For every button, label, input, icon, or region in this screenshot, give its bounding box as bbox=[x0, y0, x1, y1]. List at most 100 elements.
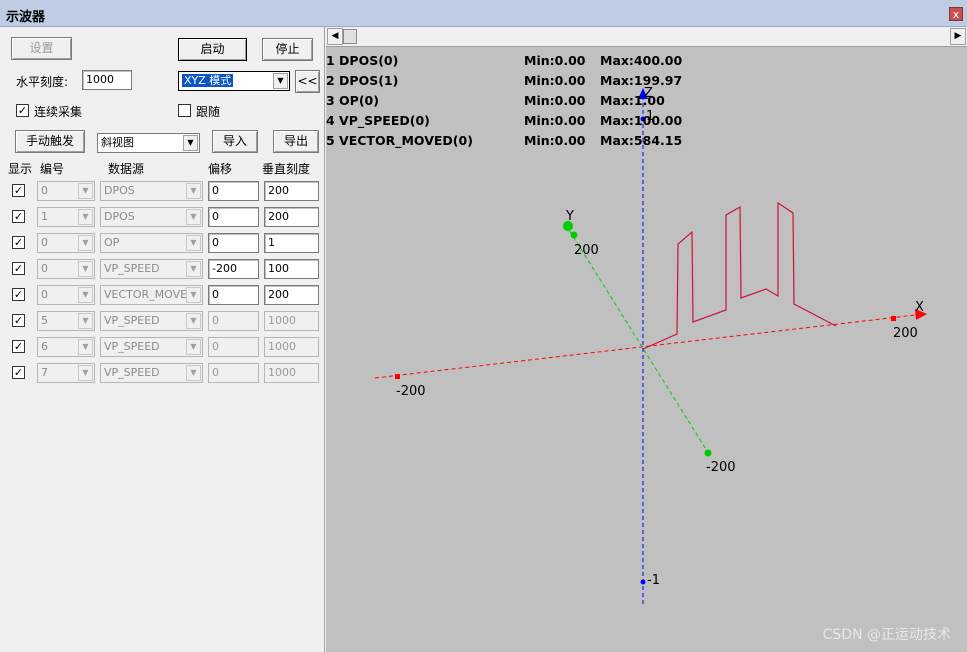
collapse-button[interactable]: << bbox=[295, 70, 320, 93]
channel-id-value: 0 bbox=[41, 236, 48, 249]
source-select[interactable]: VP_SPEED ▼ bbox=[100, 259, 203, 279]
legend-max: Max:400.00 bbox=[600, 53, 683, 68]
offset-input[interactable]: 0 bbox=[208, 233, 259, 253]
y-axis-pos-marker bbox=[570, 231, 578, 239]
legend-channel-name: 1 DPOS(0) bbox=[326, 53, 399, 68]
channel-id-select[interactable]: 6 ▼ bbox=[37, 337, 95, 357]
settings-button[interactable]: 设置 bbox=[11, 37, 72, 60]
start-button[interactable]: 启动 bbox=[178, 38, 247, 61]
show-checkbox[interactable]: ✓ bbox=[12, 262, 25, 275]
offset-input[interactable]: -200 bbox=[208, 259, 259, 279]
chevron-down-icon[interactable]: ▼ bbox=[186, 209, 201, 225]
source-value: VECTOR_MOVED bbox=[104, 288, 196, 301]
y-axis-pos-label: 200 bbox=[574, 243, 599, 258]
chevron-down-icon[interactable]: ▼ bbox=[183, 135, 198, 151]
show-checkbox[interactable]: ✓ bbox=[12, 236, 25, 249]
chevron-down-icon[interactable]: ▼ bbox=[78, 183, 93, 199]
y-axis-name: Y bbox=[565, 209, 574, 224]
z-axis-neg-marker bbox=[640, 579, 646, 585]
offset-input[interactable]: 0 bbox=[208, 311, 259, 331]
source-select[interactable]: VP_SPEED ▼ bbox=[100, 363, 203, 383]
close-button[interactable]: x bbox=[949, 7, 963, 21]
show-checkbox[interactable]: ✓ bbox=[12, 184, 25, 197]
control-panel: 设置 启动 停止 水平刻度: 1000 XYZ 模式 ▼ << ✓ 连续采集 跟… bbox=[0, 27, 325, 652]
view-select[interactable]: 斜视图 ▼ bbox=[97, 133, 200, 153]
chevron-down-icon[interactable]: ▼ bbox=[78, 235, 93, 251]
col-header-scale: 垂直刻度 bbox=[262, 162, 311, 176]
legend-channel-name: 3 OP(0) bbox=[326, 93, 379, 108]
stop-button[interactable]: 停止 bbox=[262, 38, 313, 61]
channel-id-select[interactable]: 0 ▼ bbox=[37, 233, 95, 253]
chevron-down-icon[interactable]: ▼ bbox=[186, 287, 201, 303]
chevron-down-icon[interactable]: ▼ bbox=[186, 339, 201, 355]
source-value: VP_SPEED bbox=[104, 366, 160, 379]
v-scale-input[interactable]: 1000 bbox=[264, 337, 319, 357]
manual-trigger-button[interactable]: 手动触发 bbox=[15, 130, 85, 153]
z-axis-neg-label: -1 bbox=[647, 573, 660, 588]
legend-max: Max:584.15 bbox=[600, 133, 683, 148]
source-select[interactable]: VECTOR_MOVED ▼ bbox=[100, 285, 203, 305]
mode-select[interactable]: XYZ 模式 ▼ bbox=[178, 71, 290, 91]
channel-id-value: 0 bbox=[41, 288, 48, 301]
channel-id-value: 0 bbox=[41, 184, 48, 197]
watermark: CSDN @正运动技术 bbox=[822, 627, 951, 643]
channel-id-select[interactable]: 5 ▼ bbox=[37, 311, 95, 331]
show-checkbox[interactable]: ✓ bbox=[12, 340, 25, 353]
source-value: VP_SPEED bbox=[104, 314, 160, 327]
channel-id-select[interactable]: 7 ▼ bbox=[37, 363, 95, 383]
chevron-down-icon[interactable]: ▼ bbox=[273, 73, 288, 89]
show-checkbox[interactable]: ✓ bbox=[12, 288, 25, 301]
chevron-down-icon[interactable]: ▼ bbox=[186, 313, 201, 329]
follow-checkbox[interactable] bbox=[178, 104, 191, 117]
offset-input[interactable]: 0 bbox=[208, 363, 259, 383]
source-select[interactable]: VP_SPEED ▼ bbox=[100, 311, 203, 331]
chevron-down-icon[interactable]: ▼ bbox=[186, 235, 201, 251]
x-axis-pos-label: 200 bbox=[893, 326, 918, 341]
source-select[interactable]: VP_SPEED ▼ bbox=[100, 337, 203, 357]
show-checkbox[interactable]: ✓ bbox=[12, 366, 25, 379]
source-select[interactable]: DPOS ▼ bbox=[100, 207, 203, 227]
channel-id-select[interactable]: 0 ▼ bbox=[37, 181, 95, 201]
chevron-down-icon[interactable]: ▼ bbox=[186, 261, 201, 277]
chevron-down-icon[interactable]: ▼ bbox=[78, 287, 93, 303]
h-scale-input[interactable]: 1000 bbox=[82, 70, 132, 90]
v-scale-input[interactable]: 100 bbox=[264, 259, 319, 279]
channel-id-select[interactable]: 1 ▼ bbox=[37, 207, 95, 227]
show-checkbox[interactable]: ✓ bbox=[12, 314, 25, 327]
v-scale-input[interactable]: 200 bbox=[264, 207, 319, 227]
import-button[interactable]: 导入 bbox=[212, 130, 258, 153]
source-select[interactable]: OP ▼ bbox=[100, 233, 203, 253]
legend-min: Min:0.00 bbox=[524, 73, 586, 88]
chevron-down-icon[interactable]: ▼ bbox=[78, 313, 93, 329]
offset-input[interactable]: 0 bbox=[208, 207, 259, 227]
offset-input[interactable]: 0 bbox=[208, 285, 259, 305]
offset-input[interactable]: 0 bbox=[208, 337, 259, 357]
legend-channel-name: 2 DPOS(1) bbox=[326, 73, 399, 88]
channel-id-select[interactable]: 0 ▼ bbox=[37, 259, 95, 279]
v-scale-input[interactable]: 1000 bbox=[264, 311, 319, 331]
source-value: VP_SPEED bbox=[104, 340, 160, 353]
y-axis-neg-label: -200 bbox=[706, 460, 736, 475]
source-select[interactable]: DPOS ▼ bbox=[100, 181, 203, 201]
export-button[interactable]: 导出 bbox=[273, 130, 319, 153]
chevron-down-icon[interactable]: ▼ bbox=[186, 365, 201, 381]
chevron-down-icon[interactable]: ▼ bbox=[78, 209, 93, 225]
chevron-down-icon[interactable]: ▼ bbox=[186, 183, 201, 199]
v-scale-input[interactable]: 200 bbox=[264, 181, 319, 201]
v-scale-input[interactable]: 1 bbox=[264, 233, 319, 253]
legend-max: Max:199.97 bbox=[600, 73, 683, 88]
continuous-label: 连续采集 bbox=[34, 105, 83, 119]
chevron-down-icon[interactable]: ▼ bbox=[78, 339, 93, 355]
show-checkbox[interactable]: ✓ bbox=[12, 210, 25, 223]
channel-id-select[interactable]: 0 ▼ bbox=[37, 285, 95, 305]
chevron-down-icon[interactable]: ▼ bbox=[78, 261, 93, 277]
v-scale-input[interactable]: 200 bbox=[264, 285, 319, 305]
offset-input[interactable]: 0 bbox=[208, 181, 259, 201]
col-header-offset: 偏移 bbox=[208, 162, 233, 176]
col-header-show: 显示 bbox=[8, 162, 33, 176]
continuous-checkbox[interactable]: ✓ bbox=[16, 104, 29, 117]
v-scale-input[interactable]: 1000 bbox=[264, 363, 319, 383]
legend-channel-name: 5 VECTOR_MOVED(0) bbox=[326, 133, 473, 148]
col-header-source: 数据源 bbox=[108, 162, 145, 176]
chevron-down-icon[interactable]: ▼ bbox=[78, 365, 93, 381]
